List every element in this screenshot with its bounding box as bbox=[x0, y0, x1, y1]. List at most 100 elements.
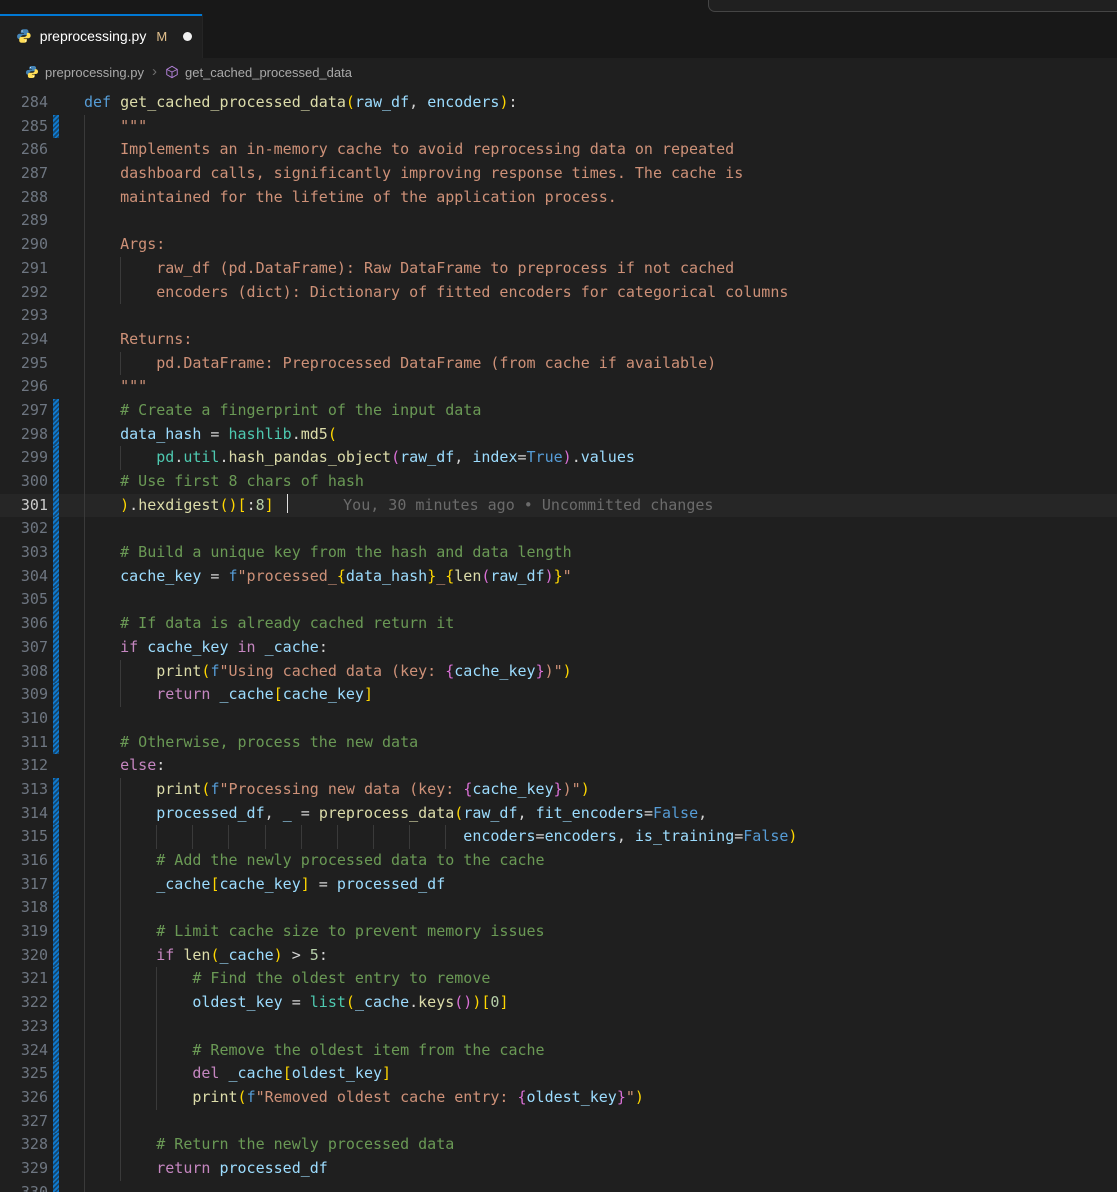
line-number[interactable]: 295 bbox=[0, 352, 48, 376]
git-modified-indicator[interactable] bbox=[53, 967, 59, 991]
code-line[interactable]: 326 print(f"Removed oldest cache entry: … bbox=[0, 1086, 1117, 1110]
line-number[interactable]: 292 bbox=[0, 281, 48, 305]
git-modified-indicator[interactable] bbox=[53, 778, 59, 802]
line-number[interactable]: 326 bbox=[0, 1086, 48, 1110]
line-number[interactable]: 305 bbox=[0, 588, 48, 612]
git-modified-indicator[interactable] bbox=[53, 1157, 59, 1181]
code-line[interactable]: 312 else: bbox=[0, 754, 1117, 778]
code-line[interactable]: 315 encoders=encoders, is_training=False… bbox=[0, 825, 1117, 849]
code-area[interactable]: 284def get_cached_processed_data(raw_df,… bbox=[0, 86, 1117, 1192]
git-modified-indicator[interactable] bbox=[53, 399, 59, 423]
line-number[interactable]: 323 bbox=[0, 1015, 48, 1039]
code-line[interactable]: 310 bbox=[0, 707, 1117, 731]
line-number[interactable]: 307 bbox=[0, 636, 48, 660]
line-number[interactable]: 312 bbox=[0, 754, 48, 778]
code-line[interactable]: 330 bbox=[0, 1181, 1117, 1192]
code-line[interactable]: 309 return _cache[cache_key] bbox=[0, 683, 1117, 707]
git-modified-indicator[interactable] bbox=[53, 873, 59, 897]
line-number[interactable]: 316 bbox=[0, 849, 48, 873]
code-line[interactable]: 329 return processed_df bbox=[0, 1157, 1117, 1181]
git-modified-indicator[interactable] bbox=[53, 115, 59, 139]
line-number[interactable]: 303 bbox=[0, 541, 48, 565]
code-line[interactable]: 324 # Remove the oldest item from the ca… bbox=[0, 1039, 1117, 1063]
code-line[interactable]: 327 bbox=[0, 1110, 1117, 1134]
git-modified-indicator[interactable] bbox=[53, 660, 59, 684]
code-line[interactable]: 295 pd.DataFrame: Preprocessed DataFrame… bbox=[0, 352, 1117, 376]
line-number[interactable]: 308 bbox=[0, 660, 48, 684]
code-line[interactable]: 318 bbox=[0, 896, 1117, 920]
code-line[interactable]: 294 Returns: bbox=[0, 328, 1117, 352]
line-number[interactable]: 298 bbox=[0, 423, 48, 447]
code-line[interactable]: 296 """ bbox=[0, 375, 1117, 399]
breadcrumb-symbol[interactable]: get_cached_processed_data bbox=[165, 65, 352, 80]
line-number[interactable]: 319 bbox=[0, 920, 48, 944]
code-line[interactable]: 311 # Otherwise, process the new data bbox=[0, 731, 1117, 755]
git-modified-indicator[interactable] bbox=[53, 707, 59, 731]
line-number[interactable]: 310 bbox=[0, 707, 48, 731]
git-modified-indicator[interactable] bbox=[53, 517, 59, 541]
line-number[interactable]: 318 bbox=[0, 896, 48, 920]
line-number[interactable]: 309 bbox=[0, 683, 48, 707]
line-number[interactable]: 286 bbox=[0, 138, 48, 162]
code-line[interactable]: 303 # Build a unique key from the hash a… bbox=[0, 541, 1117, 565]
line-number[interactable]: 313 bbox=[0, 778, 48, 802]
line-number[interactable]: 299 bbox=[0, 446, 48, 470]
code-line[interactable]: 299 pd.util.hash_pandas_object(raw_df, i… bbox=[0, 446, 1117, 470]
git-modified-indicator[interactable] bbox=[53, 802, 59, 826]
git-modified-indicator[interactable] bbox=[53, 683, 59, 707]
code-line[interactable]: 320 if len(_cache) > 5: bbox=[0, 944, 1117, 968]
code-line[interactable]: 304 cache_key = f"processed_{data_hash}_… bbox=[0, 565, 1117, 589]
line-number[interactable]: 329 bbox=[0, 1157, 48, 1181]
git-modified-indicator[interactable] bbox=[53, 896, 59, 920]
line-number[interactable]: 314 bbox=[0, 802, 48, 826]
git-modified-indicator[interactable] bbox=[53, 494, 59, 518]
git-modified-indicator[interactable] bbox=[53, 825, 59, 849]
tab-preprocessing-py[interactable]: preprocessing.py M bbox=[0, 14, 203, 58]
code-line[interactable]: 317 _cache[cache_key] = processed_df bbox=[0, 873, 1117, 897]
line-number[interactable]: 302 bbox=[0, 517, 48, 541]
line-number[interactable]: 289 bbox=[0, 209, 48, 233]
git-modified-indicator[interactable] bbox=[53, 1181, 59, 1192]
line-number[interactable]: 287 bbox=[0, 162, 48, 186]
line-number[interactable]: 317 bbox=[0, 873, 48, 897]
code-line[interactable]: 322 oldest_key = list(_cache.keys())[0] bbox=[0, 991, 1117, 1015]
line-number[interactable]: 297 bbox=[0, 399, 48, 423]
code-line[interactable]: 286 Implements an in-memory cache to avo… bbox=[0, 138, 1117, 162]
line-number[interactable]: 293 bbox=[0, 304, 48, 328]
code-line[interactable]: 301 ).hexdigest()[:8]You, 30 minutes ago… bbox=[0, 494, 1117, 518]
line-number[interactable]: 306 bbox=[0, 612, 48, 636]
code-line[interactable]: 321 # Find the oldest entry to remove bbox=[0, 967, 1117, 991]
git-modified-indicator[interactable] bbox=[53, 588, 59, 612]
git-modified-indicator[interactable] bbox=[53, 731, 59, 755]
code-line[interactable]: 319 # Limit cache size to prevent memory… bbox=[0, 920, 1117, 944]
line-number[interactable]: 327 bbox=[0, 1110, 48, 1134]
code-line[interactable]: 313 print(f"Processing new data (key: {c… bbox=[0, 778, 1117, 802]
line-number[interactable]: 304 bbox=[0, 565, 48, 589]
code-line[interactable]: 328 # Return the newly processed data bbox=[0, 1133, 1117, 1157]
git-modified-indicator[interactable] bbox=[53, 920, 59, 944]
line-number[interactable]: 322 bbox=[0, 991, 48, 1015]
git-modified-indicator[interactable] bbox=[53, 991, 59, 1015]
line-number[interactable]: 288 bbox=[0, 186, 48, 210]
git-modified-indicator[interactable] bbox=[53, 1133, 59, 1157]
code-line[interactable]: 302 bbox=[0, 517, 1117, 541]
git-modified-indicator[interactable] bbox=[53, 446, 59, 470]
git-modified-indicator[interactable] bbox=[53, 423, 59, 447]
code-line[interactable]: 287 dashboard calls, significantly impro… bbox=[0, 162, 1117, 186]
code-line[interactable]: 300 # Use first 8 chars of hash bbox=[0, 470, 1117, 494]
line-number[interactable]: 311 bbox=[0, 731, 48, 755]
line-number[interactable]: 291 bbox=[0, 257, 48, 281]
code-line[interactable]: 290 Args: bbox=[0, 233, 1117, 257]
breadcrumb-file[interactable]: preprocessing.py bbox=[25, 65, 144, 80]
line-number[interactable]: 325 bbox=[0, 1062, 48, 1086]
git-modified-indicator[interactable] bbox=[53, 944, 59, 968]
code-line[interactable]: 289 bbox=[0, 209, 1117, 233]
code-line[interactable]: 323 bbox=[0, 1015, 1117, 1039]
code-line[interactable]: 285 """ bbox=[0, 115, 1117, 139]
line-number[interactable]: 294 bbox=[0, 328, 48, 352]
code-line[interactable]: 284def get_cached_processed_data(raw_df,… bbox=[0, 91, 1117, 115]
line-number[interactable]: 285 bbox=[0, 115, 48, 139]
git-modified-indicator[interactable] bbox=[53, 1039, 59, 1063]
unsaved-changes-dot[interactable] bbox=[183, 32, 192, 41]
git-modified-indicator[interactable] bbox=[53, 470, 59, 494]
